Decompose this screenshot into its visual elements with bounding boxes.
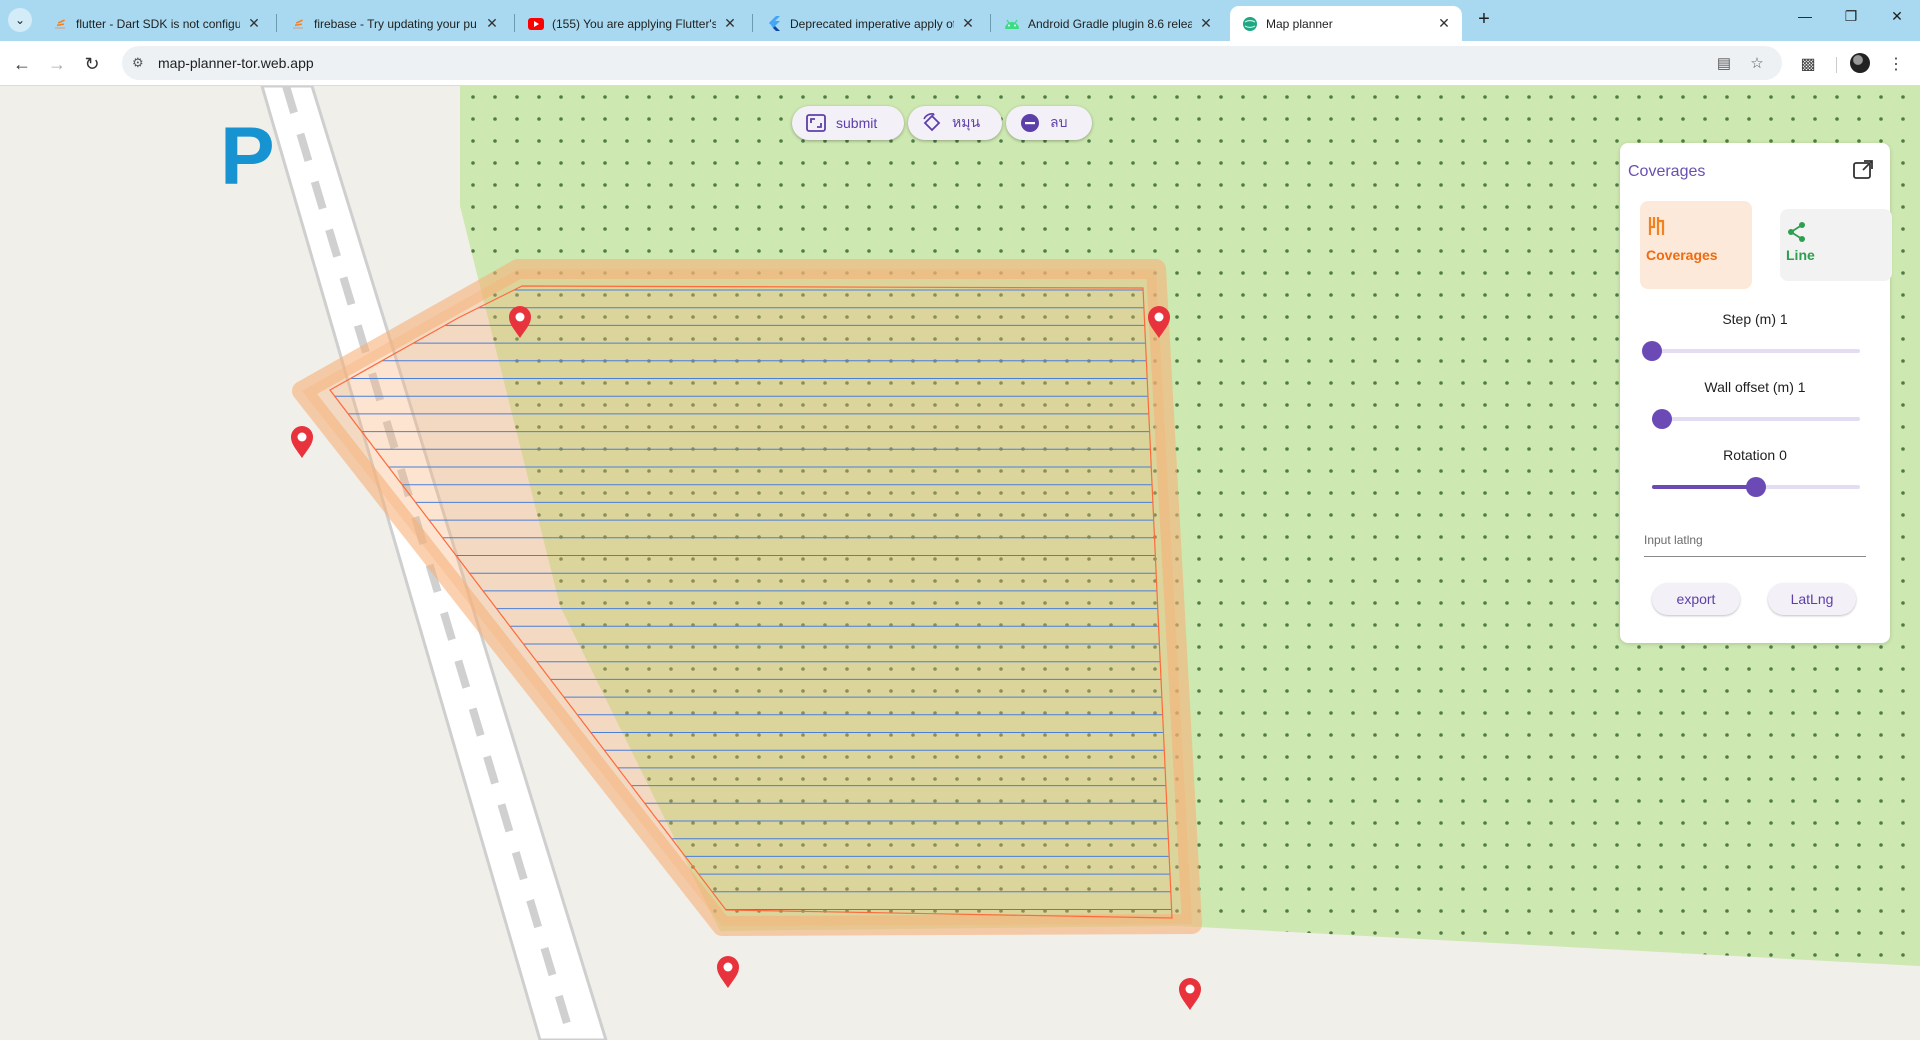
submit-label: submit bbox=[836, 115, 878, 131]
panel-title: Coverages bbox=[1628, 163, 1706, 180]
forward-button[interactable]: → bbox=[44, 51, 70, 77]
submit-button[interactable]: submit bbox=[792, 106, 904, 140]
bookmark-star-icon[interactable]: ☆ bbox=[1747, 54, 1767, 74]
flutter-icon bbox=[766, 15, 782, 32]
mode-label: Coverages bbox=[1646, 247, 1718, 263]
slider-thumb[interactable] bbox=[1642, 341, 1662, 361]
coverage-icon bbox=[1646, 215, 1668, 237]
rotate-label: หมุน bbox=[952, 114, 981, 130]
tab-close-icon[interactable]: ✕ bbox=[1198, 15, 1214, 32]
close-window-button[interactable]: ✕ bbox=[1874, 8, 1920, 32]
tab-close-icon[interactable]: ✕ bbox=[960, 15, 976, 32]
youtube-icon bbox=[528, 16, 544, 32]
restore-button[interactable]: ❐ bbox=[1828, 8, 1874, 32]
new-tab-button[interactable]: + bbox=[1472, 8, 1496, 32]
parking-label: P bbox=[220, 111, 275, 202]
browser-tab-strip: ⌄ flutter - Dart SDK is not configu ✕ fi… bbox=[0, 0, 1920, 41]
slider-track bbox=[1652, 417, 1860, 421]
open-in-new-icon[interactable] bbox=[1852, 159, 1874, 181]
back-button[interactable]: ← bbox=[9, 51, 35, 77]
tab-close-icon[interactable]: ✕ bbox=[484, 15, 500, 32]
tab-close-icon[interactable]: ✕ bbox=[246, 15, 262, 32]
latlng-button[interactable]: LatLng bbox=[1768, 583, 1856, 615]
browser-tab-active[interactable]: Map planner ✕ bbox=[1230, 6, 1462, 41]
rotation-slider-label: Rotation 0 bbox=[1723, 447, 1787, 463]
tab-title: Deprecated imperative apply of bbox=[790, 16, 954, 31]
wall-offset-slider-label: Wall offset (m) 1 bbox=[1704, 379, 1806, 395]
slider-fill bbox=[1652, 485, 1756, 489]
tab-divider bbox=[752, 14, 753, 32]
site-info-icon[interactable]: ⚙ bbox=[132, 55, 148, 71]
share-icon bbox=[1786, 221, 1808, 243]
fit-screen-icon bbox=[806, 113, 826, 133]
install-app-icon[interactable]: ▤ bbox=[1714, 54, 1734, 74]
android-icon bbox=[1004, 16, 1020, 32]
tab-close-icon[interactable]: ✕ bbox=[722, 15, 738, 32]
browser-toolbar: ← → ↻ ⚙ map-planner-tor.web.app ▤ ☆ ▩ ⋮ bbox=[0, 41, 1920, 86]
profile-avatar[interactable] bbox=[1850, 53, 1870, 73]
marker-pin[interactable] bbox=[717, 956, 739, 988]
menu-kebab-icon[interactable]: ⋮ bbox=[1885, 54, 1907, 76]
slider-thumb[interactable] bbox=[1746, 477, 1766, 497]
globe-icon bbox=[1242, 16, 1258, 32]
slider-track bbox=[1652, 349, 1860, 353]
tab-divider bbox=[276, 14, 277, 32]
latlng-input[interactable]: Input latlng bbox=[1644, 527, 1866, 557]
marker-pin[interactable] bbox=[1179, 978, 1201, 1010]
rotate-icon bbox=[922, 113, 942, 133]
extensions-icon[interactable]: ▩ bbox=[1797, 54, 1819, 76]
latlng-placeholder: Input latlng bbox=[1644, 533, 1703, 547]
delete-button[interactable]: ลบ bbox=[1006, 106, 1092, 140]
delete-label: ลบ bbox=[1050, 114, 1068, 130]
reload-button[interactable]: ↻ bbox=[79, 51, 105, 77]
browser-tab[interactable]: Android Gradle plugin 8.6 relea ✕ bbox=[992, 6, 1224, 41]
tab-divider bbox=[514, 14, 515, 32]
browser-tab[interactable]: flutter - Dart SDK is not configu ✕ bbox=[40, 6, 272, 41]
tab-title: firebase - Try updating your pu bbox=[314, 16, 477, 31]
step-slider[interactable] bbox=[1642, 341, 1860, 361]
tab-title: flutter - Dart SDK is not configu bbox=[76, 16, 240, 31]
address-bar[interactable]: ⚙ map-planner-tor.web.app ▤ ☆ bbox=[122, 46, 1782, 80]
toolbar-divider bbox=[1836, 57, 1837, 73]
rotation-slider[interactable] bbox=[1652, 477, 1860, 497]
slider-thumb[interactable] bbox=[1652, 409, 1673, 429]
stackoverflow-icon bbox=[52, 16, 68, 32]
coverages-panel: Coverages Coverages Line Step (m) 1 Wall… bbox=[1620, 143, 1892, 643]
stackoverflow-icon bbox=[290, 16, 306, 32]
tab-close-icon[interactable]: ✕ bbox=[1436, 15, 1452, 32]
mode-coverages[interactable]: Coverages bbox=[1640, 201, 1752, 289]
browser-tab[interactable]: (155) You are applying Flutter's ✕ bbox=[516, 6, 748, 41]
browser-tab[interactable]: Deprecated imperative apply of ✕ bbox=[754, 6, 986, 41]
tab-title: (155) You are applying Flutter's bbox=[552, 16, 716, 31]
mode-line[interactable]: Line bbox=[1780, 209, 1892, 281]
mode-label: Line bbox=[1786, 247, 1815, 263]
marker-pin[interactable] bbox=[291, 426, 313, 458]
tab-search-button[interactable]: ⌄ bbox=[8, 8, 32, 32]
tab-divider bbox=[990, 14, 991, 32]
browser-tab[interactable]: firebase - Try updating your pu ✕ bbox=[278, 6, 510, 41]
minimize-button[interactable]: — bbox=[1782, 8, 1828, 32]
step-slider-label: Step (m) 1 bbox=[1722, 311, 1788, 327]
rotate-button[interactable]: หมุน bbox=[908, 106, 1002, 140]
url-text: map-planner-tor.web.app bbox=[158, 55, 314, 71]
tab-title: Android Gradle plugin 8.6 relea bbox=[1028, 16, 1192, 31]
tab-title: Map planner bbox=[1266, 16, 1333, 31]
wall-offset-slider[interactable] bbox=[1652, 409, 1860, 429]
export-button[interactable]: export bbox=[1652, 583, 1740, 615]
remove-circle-icon bbox=[1020, 113, 1040, 133]
